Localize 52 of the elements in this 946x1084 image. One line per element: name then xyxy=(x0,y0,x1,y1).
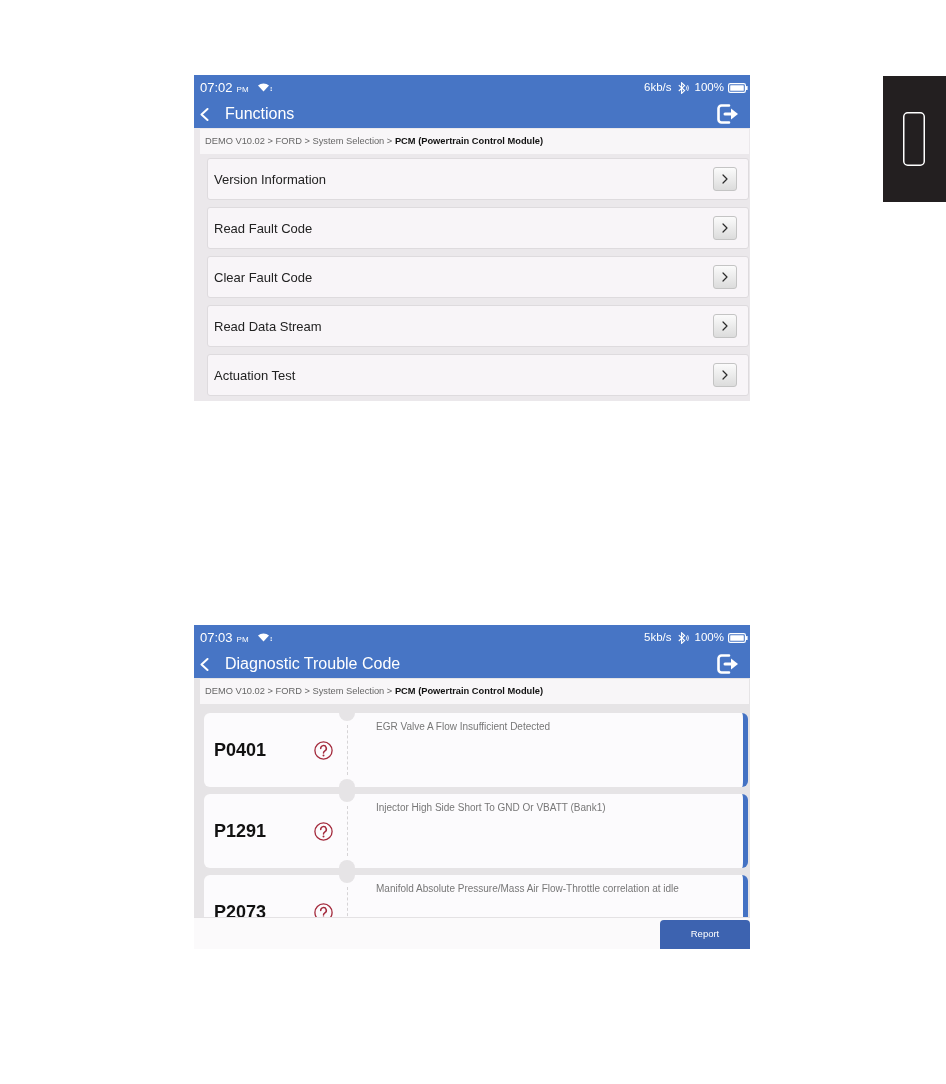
wifi-icon xyxy=(257,83,272,92)
screen-title: Functions xyxy=(225,106,295,122)
menu-item[interactable]: Read Data Stream xyxy=(207,305,749,347)
menu-item-label: Version Information xyxy=(214,172,326,186)
battery-icon xyxy=(728,632,748,643)
menu-item[interactable]: Read Fault Code xyxy=(207,207,749,249)
network-speed: 5kb/s xyxy=(644,631,672,644)
network-speed: 6kb/s xyxy=(644,81,672,94)
status-meridiem: PM xyxy=(236,635,249,644)
chevron-right-icon xyxy=(722,272,728,282)
help-icon[interactable] xyxy=(314,821,333,841)
battery-percent: 100% xyxy=(694,81,724,94)
dtc-description: Injector High Side Short To GND Or VBATT (Bank1) xyxy=(376,803,606,813)
menu-item[interactable]: Actuation Test xyxy=(207,354,749,396)
arrow-button[interactable] xyxy=(713,314,737,338)
back-icon[interactable] xyxy=(200,107,209,121)
arrow-button[interactable] xyxy=(713,265,737,289)
menu-item[interactable]: Clear Fault Code xyxy=(207,256,749,298)
status-time: 07:03 xyxy=(200,631,233,644)
bluetooth-icon xyxy=(677,631,689,644)
battery-icon xyxy=(728,82,748,93)
dtc-code: P1291 xyxy=(214,822,267,840)
help-icon[interactable] xyxy=(314,902,333,917)
breadcrumb-bar: DEMO V10.02 > FORD > System Selection > PCM (Powertrain Control Module) xyxy=(200,129,749,154)
chevron-right-icon xyxy=(722,370,728,380)
rounded-rectangle-icon xyxy=(902,112,925,166)
breadcrumb-bar: DEMO V10.02 > FORD > System Selection > PCM (Powertrain Control Module) xyxy=(200,679,749,704)
dtc-description: EGR Valve A Flow Insufficient Detected xyxy=(376,722,551,732)
back-icon[interactable] xyxy=(200,657,209,671)
help-icon[interactable] xyxy=(314,740,333,760)
exit-icon[interactable] xyxy=(717,654,739,674)
status-meridiem: PM xyxy=(236,85,249,94)
bluetooth-icon xyxy=(677,81,689,94)
wifi-icon xyxy=(257,633,272,642)
menu-item-label: Read Fault Code xyxy=(214,221,313,235)
menu-item-label: Clear Fault Code xyxy=(214,270,313,284)
chevron-right-icon xyxy=(722,174,728,184)
exit-icon[interactable] xyxy=(717,104,739,124)
report-button[interactable]: Report xyxy=(660,920,750,949)
arrow-button[interactable] xyxy=(713,216,737,240)
arrow-button[interactable] xyxy=(713,363,737,387)
status-time: 07:02 xyxy=(200,81,233,94)
chevron-right-icon xyxy=(722,321,728,331)
screen-title: Diagnostic Trouble Code xyxy=(225,656,401,672)
dtc-code: P0401 xyxy=(214,741,267,759)
battery-percent: 100% xyxy=(694,631,724,644)
chevron-right-icon xyxy=(722,223,728,233)
menu-item-label: Actuation Test xyxy=(214,368,296,382)
dtc-description: Manifold Absolute Pressure/Mass Air Flow-Throttle correlation at idle xyxy=(376,884,679,894)
menu-item[interactable]: Version Information xyxy=(207,158,749,200)
arrow-button[interactable] xyxy=(713,167,737,191)
menu-item-label: Read Data Stream xyxy=(214,319,322,333)
